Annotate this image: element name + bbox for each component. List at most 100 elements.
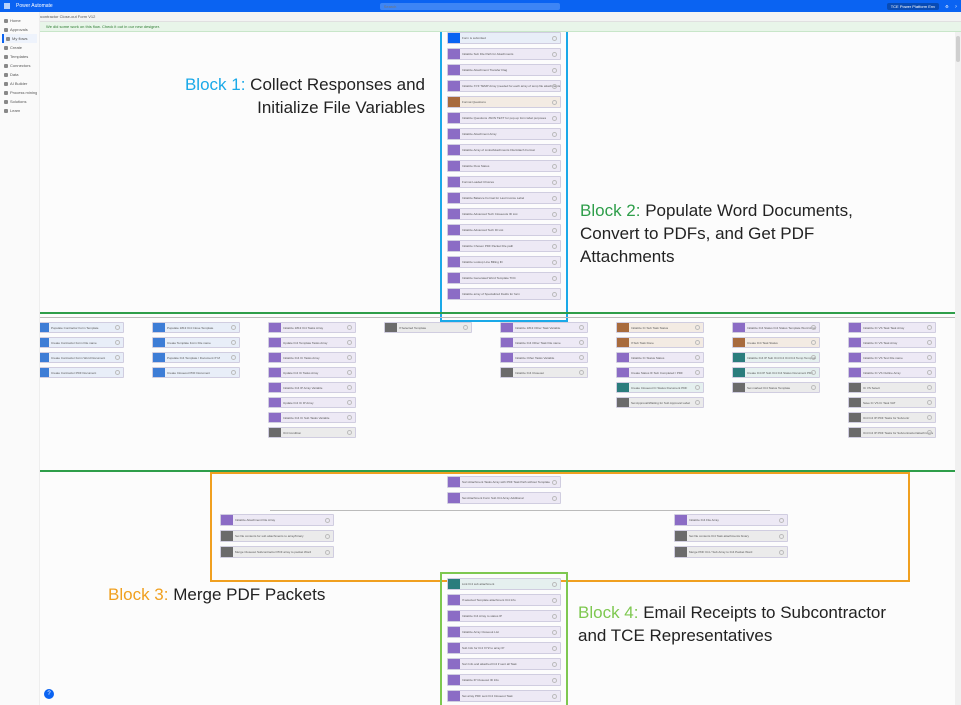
flow-node[interactable]: Create Contractor Form Word Document: [40, 352, 124, 363]
flow-node[interactable]: Initialize Balance Format for Last Invoi…: [447, 192, 561, 204]
flow-node[interactable]: Set array PDF sent IC4 Closeout Task: [447, 690, 561, 702]
flow-node[interactable]: IC4 IC4 IP PDF Tasks for Subcontr: [848, 412, 936, 423]
flow-node[interactable]: Initialize IC VS Outline Array: [848, 367, 936, 378]
gear-icon[interactable]: ⚙: [945, 4, 949, 9]
flow-node[interactable]: Merge PDF IC4 / Sub Array to IC4 Packet …: [674, 546, 788, 558]
flow-node[interactable]: IC4 Condition: [268, 427, 356, 438]
flow-node[interactable]: Initialize IP Closeout ID Info: [447, 674, 561, 686]
flow-node[interactable]: Update IC4 Template Tasks Array: [268, 337, 356, 348]
flow-node[interactable]: Create Contractor Form File name: [40, 337, 124, 348]
flow-node[interactable]: IC VS Select: [848, 382, 936, 393]
question-icon[interactable]: ?: [955, 4, 957, 9]
flow-node[interactable]: Initialize IC4 Other Task File name: [500, 337, 588, 348]
flow-node[interactable]: Sub Info for IC4 XYZ to array IP: [447, 642, 561, 654]
node-label: Set Attachment Form Sub IC4 Array Additi…: [462, 496, 560, 500]
flow-node[interactable]: Create Closeout IC Status Document PDF: [616, 382, 704, 393]
flow-node[interactable]: Initialize Attachment Array: [447, 128, 561, 140]
flow-node[interactable]: Set file contents for sub attachments to…: [220, 530, 334, 542]
nav-solutions[interactable]: Solutions: [2, 97, 37, 106]
flow-node[interactable]: Format Loaded Choices: [447, 176, 561, 188]
flow-node[interactable]: Populate IC4 Template / Document XYZ: [152, 352, 240, 363]
flow-node[interactable]: Set Attachment Form Sub IC4 Array Additi…: [447, 492, 561, 504]
help-button[interactable]: ?: [44, 689, 54, 699]
flow-node[interactable]: Create IC4 Task Status: [732, 337, 820, 348]
flow-node[interactable]: Set marked IC4 Status Template: [732, 382, 820, 393]
flow-node[interactable]: Save IC VS IC Task VAT: [848, 397, 936, 408]
nav-learn[interactable]: Learn: [2, 106, 37, 115]
flow-node[interactable]: Update IC4 IC IP Array: [268, 397, 356, 408]
flow-node[interactable]: If Sub Task Done: [616, 337, 704, 348]
flow-node[interactable]: Initialize IC4 File Array: [674, 514, 788, 526]
flow-node[interactable]: Create Template Form File name: [152, 337, 240, 348]
flow-node[interactable]: IC4 IC4 IP PDF Tasks for Subcontractor/a…: [848, 427, 936, 438]
flow-node[interactable]: Initialize 1813 IC4 Tasks Array: [268, 322, 356, 333]
flow-node[interactable]: Initialize IC VS Task Task Array: [848, 322, 936, 333]
flow-node[interactable]: Initialize Other Tasks Variable: [500, 352, 588, 363]
flow-node[interactable]: Initialize 1813 Other Task Variable: [500, 322, 588, 333]
flow-node[interactable]: Initialize IC4 Status IC4 Status Templat…: [732, 322, 820, 333]
waffle-icon[interactable]: [4, 3, 10, 9]
flow-node[interactable]: Initialize array of Specialized Fields f…: [447, 288, 561, 300]
flow-node[interactable]: Initialize Flow Status: [447, 160, 561, 172]
flow-node[interactable]: Link IC4 sub attachment: [447, 578, 561, 590]
flow-node[interactable]: Create IC4 IP Sub IC4 IC4 Status Documen…: [732, 367, 820, 378]
node-label: Populate IC4 Template / Document XYZ: [167, 356, 239, 360]
nav-my-flows[interactable]: My flows: [2, 34, 37, 43]
flow-node[interactable]: Format Questions: [447, 96, 561, 108]
flow-node[interactable]: If selected Template attachment IC4 Info: [447, 594, 561, 606]
flow-node[interactable]: Initialize Array Closeout List: [447, 626, 561, 638]
search-input[interactable]: [380, 3, 560, 10]
flow-node[interactable]: Initialize Generated Word Template TOC: [447, 272, 561, 284]
nav-create[interactable]: Create: [2, 43, 37, 52]
flow-node[interactable]: Sort Info and attached IC4 if sent all T…: [447, 658, 561, 670]
flow-node[interactable]: Initialize IC4 IC Sub Tasks Variable: [268, 412, 356, 423]
flow-node[interactable]: Initialize Lookup Line Billing ID: [447, 256, 561, 268]
flow-node[interactable]: Initialize Chosen PDF Packet File path: [447, 240, 561, 252]
flow-node[interactable]: Initialize Attachment Transfer Flag: [447, 64, 561, 76]
flow-node[interactable]: Create Closeout PDF Document: [152, 367, 240, 378]
nav-process-mining[interactable]: Process mining: [2, 88, 37, 97]
nav-data[interactable]: Data: [2, 70, 37, 79]
flow-node[interactable]: Initialize IC4 Array to status IP: [447, 610, 561, 622]
flow-node[interactable]: Initialize IC VS Task Array: [848, 337, 936, 348]
vertical-scrollbar[interactable]: [955, 32, 961, 705]
flow-node[interactable]: Set file contents IC4 Task attachments b…: [674, 530, 788, 542]
flow-node[interactable]: Initialize IC VS Text File name: [848, 352, 936, 363]
flow-node[interactable]: Initialize IC Sub Task Status: [616, 322, 704, 333]
nav-templates[interactable]: Templates: [2, 52, 37, 61]
environment-picker[interactable]: TCE Power Platform Env: [887, 3, 939, 10]
nav-ai-builder[interactable]: AI Builder: [2, 79, 37, 88]
flow-node[interactable]: Initialize IC4 Closeout: [500, 367, 588, 378]
flow-node[interactable]: Populate 1813 IC4 Close Template: [152, 322, 240, 333]
flow-node[interactable]: Merge Closeout Subcontractor PDF array t…: [220, 546, 334, 558]
nav-home[interactable]: Home: [2, 16, 37, 25]
flow-node[interactable]: Populate Contractor Form Template: [40, 322, 124, 333]
flow-node[interactable]: Initialize Attachment File Array: [220, 514, 334, 526]
nav-approvals[interactable]: Approvals: [2, 25, 37, 34]
flow-node[interactable]: Initialize Advanced Tech Closeouts ID Li…: [447, 208, 561, 220]
flow-canvas[interactable]: Block 1: Collect Responses and Initializ…: [40, 32, 961, 705]
flow-node[interactable]: Set Approval/Waiting for Sub Approval La…: [616, 397, 704, 408]
flow-node[interactable]: Sort Attachment Tasks Array with PDF Tas…: [447, 476, 561, 488]
flow-node[interactable]: Initialize Array of Links/Attachments Fi…: [447, 144, 561, 156]
scrollbar-thumb[interactable]: [956, 36, 960, 62]
flow-node[interactable]: Create Status IF Sub Completed / PDF: [616, 367, 704, 378]
flow-node[interactable]: Initialize XYZ TEMP Array (needed for ea…: [447, 80, 561, 92]
node-connector-icon: [40, 352, 49, 363]
flow-node[interactable]: Create Contractor PDF Document: [40, 367, 124, 378]
flow-node[interactable]: Initialize IC4 IP Sub IC4 IC4 IC4 IC4 Te…: [732, 352, 820, 363]
mining-icon: [4, 91, 8, 95]
nav-connectors[interactable]: Connectors: [2, 61, 37, 70]
flow-node[interactable]: If Selected Template: [384, 322, 472, 333]
node-connector-icon: [448, 272, 460, 284]
flow-node[interactable]: Initialize Advanced Tech ID List: [447, 224, 561, 236]
node-connector-icon: [448, 690, 460, 702]
flow-node[interactable]: Initialize Sub File Path for Attachments: [447, 48, 561, 60]
flow-node[interactable]: Initialize IC4 IP Array Variable: [268, 382, 356, 393]
flow-node[interactable]: Form is submitted: [447, 32, 561, 44]
flow-node[interactable]: Initialize IC Status Status: [616, 352, 704, 363]
flow-node[interactable]: Initialize IC4 IC Tasks Array: [268, 352, 356, 363]
node-connector-icon: [221, 514, 233, 526]
flow-node[interactable]: Update IC4 IC Tasks Array: [268, 367, 356, 378]
flow-node[interactable]: Initialize Questions JSON TEXT for pop-u…: [447, 112, 561, 124]
